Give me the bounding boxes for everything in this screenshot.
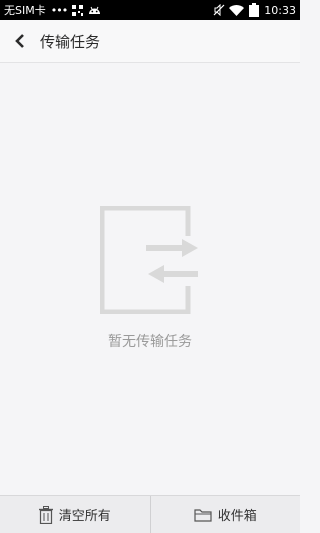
folder-icon [194, 508, 212, 522]
status-bar: 无SIM卡 ••• 10:33 [0, 0, 300, 20]
mute-icon [213, 4, 225, 16]
clear-all-button[interactable]: 清空所有 [0, 496, 150, 533]
inbox-label: 收件箱 [217, 509, 257, 524]
inbox-button[interactable]: 收件箱 [151, 496, 301, 533]
clock: 10:33 [264, 3, 296, 17]
trash-icon [38, 505, 53, 524]
back-button[interactable] [0, 20, 40, 63]
android-icon [88, 5, 101, 16]
bottom-action-bar: 清空所有 收件箱 [0, 495, 300, 533]
wifi-icon [229, 4, 245, 16]
page-title: 传输任务 [40, 32, 101, 51]
carrier-text: 无SIM卡 [4, 4, 46, 17]
transfer-icon [99, 205, 200, 315]
empty-message: 暂无传输任务 [108, 334, 192, 350]
notification-dots: ••• [50, 3, 68, 17]
qr-icon [72, 4, 84, 16]
back-arrow-icon [15, 34, 24, 48]
battery-icon [248, 3, 260, 17]
title-bar: 传输任务 [0, 20, 300, 63]
clear-all-label: 清空所有 [58, 509, 111, 524]
